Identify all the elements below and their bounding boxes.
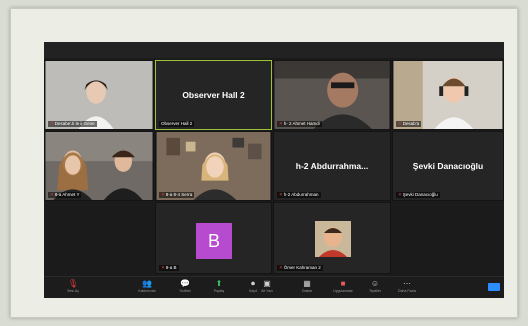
toolbar-button-share[interactable]: ⬆ Paylaş	[206, 279, 232, 297]
participant-name-label: ✕Desab'a	[396, 121, 422, 127]
participant-tile[interactable]: ✕8-a 8-4 Serra	[155, 131, 272, 201]
participant-name-label: ✕8-a 8-4 Serra	[159, 192, 195, 198]
participant-video	[45, 132, 153, 200]
participant-tile[interactable]: h-2 Abdurrahma... ✕h-2 Abdurrahman	[273, 131, 391, 201]
participant-tile[interactable]: ✕Desabe'Ji le ii Gene	[44, 60, 154, 130]
toolbar-button-rooms[interactable]: ▦ Odalar	[294, 279, 320, 297]
participants-icon: 👥	[142, 279, 152, 288]
participant-name-label: ✕8-a Ahmet Y	[48, 192, 82, 198]
participant-tile[interactable]: ✕Ömer Kahraman 2	[273, 202, 391, 274]
toolbar-button-apps[interactable]: ■ Uygulamalar	[330, 279, 356, 297]
participant-name-label: ✕Şevki Danacıoğlu	[396, 192, 440, 198]
end-meeting-button[interactable]	[488, 283, 500, 291]
toolbar-button-participants[interactable]: 👥 Katılımcılar	[134, 279, 160, 297]
participant-tile[interactable]: ✕8-a Ahmet Y	[44, 131, 154, 201]
gallery-view: ✕Desabe'Ji le ii Gene Observer Hall 2 Ob…	[44, 58, 504, 276]
meeting-toolbar: 🎙 Sesi Aç 👥 Katılımcılar 💬 Sohbet ⬆ Payl…	[44, 276, 504, 298]
share-icon: ⬆	[215, 279, 223, 288]
mic-muted-icon: ✕	[50, 192, 54, 197]
mic-muted-icon: ✕	[279, 192, 283, 197]
toolbar-button-cc[interactable]: ▣ Alt Yazı	[254, 279, 280, 297]
participant-tile[interactable]: Şevki Danacıoğlu ✕Şevki Danacıoğlu	[392, 131, 504, 201]
participant-video	[393, 61, 503, 129]
toolbar-button-more[interactable]: ⋯ Daha Fazla	[394, 279, 420, 297]
mic-icon: 🎙	[67, 279, 79, 288]
rooms-icon: ▦	[303, 279, 311, 288]
react-icon: ☺	[370, 279, 380, 288]
participant-tile[interactable]: B ✕8-a B	[155, 202, 272, 274]
participant-tile-active-speaker[interactable]: Observer Hall 2 Observer Hall 2	[155, 60, 272, 130]
zoom-window: ✕Desabe'Ji le ii Gene Observer Hall 2 Ob…	[44, 42, 504, 298]
mic-muted-icon: ✕	[398, 192, 402, 197]
participant-name-label: ✕h- 2 Ahmet Hamdi	[277, 121, 322, 127]
avatar: B	[196, 223, 232, 259]
participant-name-label: ✕Desabe'Ji le ii Gene	[48, 121, 97, 127]
mic-muted-icon: ✕	[279, 265, 283, 270]
window-top-bar	[44, 42, 504, 58]
participant-display-name: Observer Hall 2	[182, 90, 245, 100]
participant-tile[interactable]: ✕Desab'a	[392, 60, 504, 130]
participant-name-label: ✕Ömer Kahraman 2	[277, 265, 323, 271]
mic-muted-icon: ✕	[161, 192, 165, 197]
more-icon: ⋯	[403, 279, 411, 288]
mic-muted-icon: ✕	[50, 121, 54, 126]
participant-name-label: Observer Hall 2	[159, 121, 195, 127]
apps-icon: ■	[340, 279, 346, 288]
toolbar-button-mute[interactable]: 🎙 Sesi Aç	[60, 279, 86, 297]
toolbar-button-reactions[interactable]: ☺ Tepkiler	[362, 279, 388, 297]
cc-icon: ▣	[263, 279, 271, 288]
participant-video	[274, 61, 390, 129]
participant-display-name: h-2 Abdurrahma...	[295, 161, 369, 171]
mic-muted-icon: ✕	[161, 265, 165, 270]
participant-tile[interactable]: ✕h- 2 Ahmet Hamdi	[273, 60, 391, 130]
participant-video	[156, 132, 271, 200]
toolbar-button-chat[interactable]: 💬 Sohbet	[172, 279, 198, 297]
participant-name-label: ✕h-2 Abdurrahman	[277, 192, 321, 198]
participant-name-label: ✕8-a B	[159, 265, 179, 271]
participant-display-name: Şevki Danacıoğlu	[412, 161, 484, 171]
mic-muted-icon: ✕	[279, 121, 283, 126]
avatar-photo	[315, 221, 351, 257]
mic-muted-icon: ✕	[398, 121, 402, 126]
chat-icon: 💬	[180, 279, 190, 288]
participant-video	[45, 61, 153, 129]
